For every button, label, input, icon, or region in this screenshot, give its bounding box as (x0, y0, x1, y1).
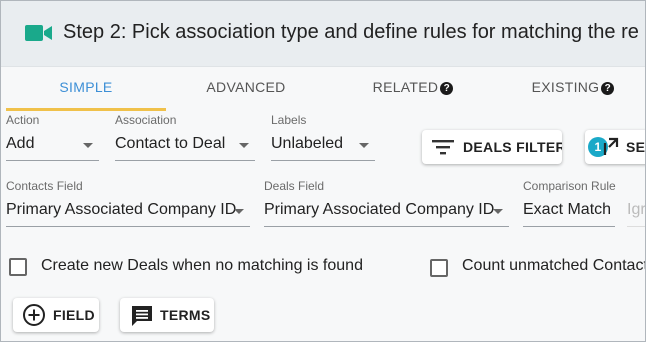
tab-advanced-label: ADVANCED (206, 79, 286, 95)
tab-bar: SIMPLE ADVANCED RELATED? EXISTING? (1, 67, 645, 111)
filter-icon (432, 140, 454, 155)
video-camera-icon (25, 25, 52, 41)
step-title: Step 2: Pick association type and define… (63, 21, 639, 43)
association-select[interactable]: Contact to Deal (115, 131, 255, 161)
tab-related-label: RELATED (372, 79, 439, 95)
count-unmatched-label: Count unmatched Contact (462, 257, 646, 274)
association-label: Association (115, 113, 177, 127)
step-header: Step 2: Pick association type and define… (1, 1, 645, 67)
chevron-down-icon (239, 143, 249, 148)
add-field-label: FIELD (53, 307, 95, 323)
terms-button[interactable]: TERMS (120, 298, 214, 332)
labels-value: Unlabeled (271, 135, 344, 152)
contacts-field-value: Primary Associated Company ID (6, 201, 237, 218)
deals-filter-button[interactable]: DEALS FILTER (422, 130, 562, 164)
create-new-deals-label: Create new Deals when no matching is fou… (41, 257, 363, 274)
comment-icon (132, 306, 152, 326)
comparison-rule-value: Exact Match (523, 201, 612, 218)
deals-field-value: Primary Associated Company ID (264, 201, 495, 218)
add-field-button[interactable]: FIELD (13, 298, 99, 332)
comparison-rule-label: Comparison Rule (523, 179, 616, 193)
labels-select[interactable]: Unlabeled (271, 131, 375, 161)
tab-existing[interactable]: EXISTING? (493, 67, 645, 111)
chevron-down-icon (359, 143, 369, 148)
open-in-new-icon (603, 137, 619, 155)
tab-advanced[interactable]: ADVANCED (166, 67, 326, 111)
settings-button-label: SE (626, 139, 646, 155)
contacts-field-label: Contacts Field (6, 179, 83, 193)
step-panel: Step 2: Pick association type and define… (0, 0, 646, 342)
terms-label: TERMS (160, 307, 211, 323)
contacts-field-select[interactable]: Primary Associated Company ID (6, 197, 250, 227)
deals-field-label: Deals Field (264, 179, 325, 193)
action-label: Action (6, 113, 40, 127)
tab-related[interactable]: RELATED? (333, 67, 493, 111)
association-value: Contact to Deal (115, 135, 226, 152)
settings-button[interactable]: 1 SE (585, 130, 646, 164)
action-select[interactable]: Add (6, 131, 99, 161)
add-circle-icon (23, 304, 45, 326)
comparison-rule-select[interactable]: Exact Match (523, 197, 615, 227)
ignore-field[interactable]: Igr (627, 197, 646, 227)
create-new-deals-checkbox[interactable] (9, 258, 27, 276)
action-value: Add (6, 135, 35, 152)
tab-active-indicator (6, 108, 166, 111)
count-unmatched-checkbox[interactable] (430, 259, 448, 277)
deals-field-select[interactable]: Primary Associated Company ID (264, 197, 509, 227)
help-icon[interactable]: ? (440, 82, 454, 95)
help-icon[interactable]: ? (601, 82, 615, 95)
ignore-field-value: Igr (627, 201, 646, 218)
tab-simple-label: SIMPLE (59, 79, 113, 95)
chevron-down-icon (493, 209, 503, 214)
deals-filter-label: DEALS FILTER (463, 139, 562, 155)
chevron-down-icon (83, 143, 93, 148)
tab-simple[interactable]: SIMPLE (6, 67, 166, 111)
tab-existing-label: EXISTING (531, 79, 600, 95)
chevron-down-icon (234, 209, 244, 214)
labels-label: Labels (271, 113, 307, 127)
